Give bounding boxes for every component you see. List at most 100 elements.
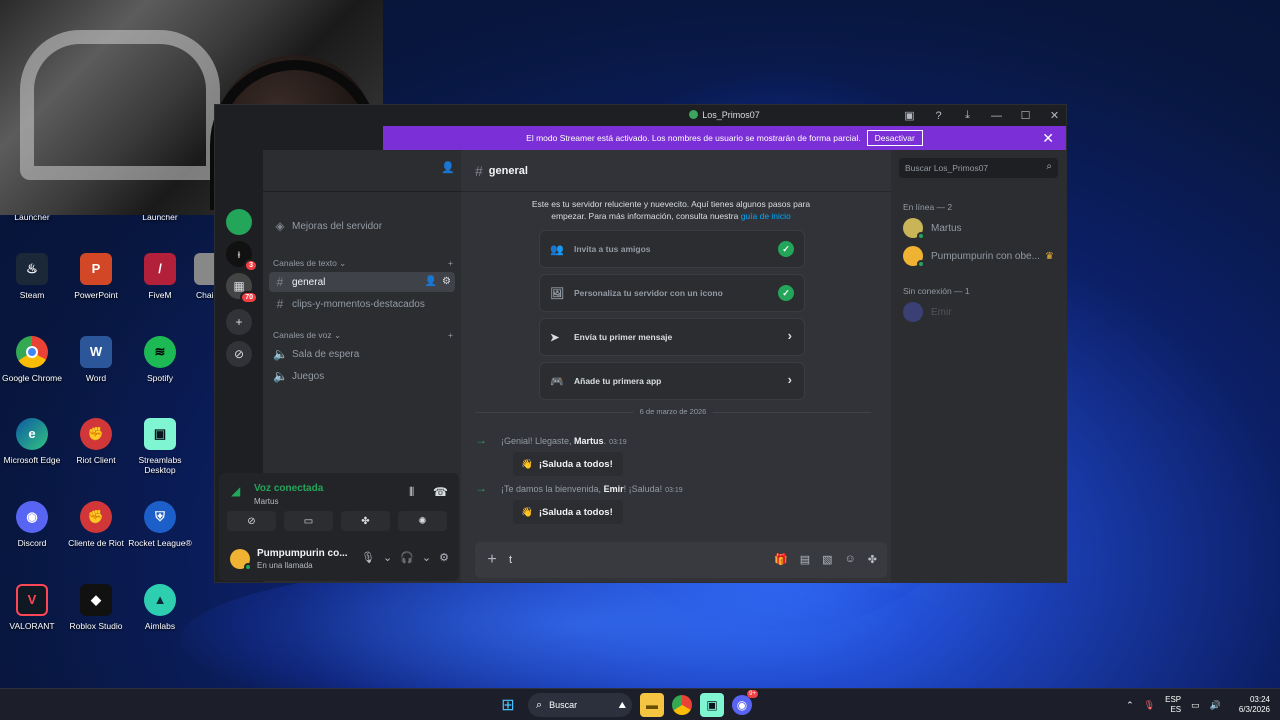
- desktop-icon-aimlabs[interactable]: ▲ Aimlabs: [126, 584, 194, 631]
- task-server-icon[interactable]: 🖼 Personaliza tu servidor con un icono ✓: [539, 274, 805, 312]
- start-button[interactable]: ⊞: [496, 693, 520, 717]
- search-highlight-icon: ⛰: [618, 699, 626, 710]
- maximize-button[interactable]: ☐: [1018, 108, 1033, 123]
- member-item[interactable]: Emir: [903, 300, 1058, 324]
- desktop-icon-chrome[interactable]: Google Chrome: [0, 336, 66, 383]
- noise-suppression-icon[interactable]: ⦀: [409, 485, 414, 500]
- clock[interactable]: 03:24 6/3/2026: [1239, 695, 1270, 715]
- gift-icon[interactable]: 🎁: [774, 553, 788, 566]
- avatar[interactable]: [230, 549, 252, 571]
- desktop-icon-roblox-studio[interactable]: ◆ Roblox Studio: [62, 584, 130, 631]
- streamer-mode-banner: El modo Streamer está activado. Los nomb…: [383, 126, 1066, 150]
- emoji-icon[interactable]: ☺: [845, 553, 856, 566]
- task-first-message[interactable]: ➤ Envía tu primer mensaje ›: [539, 318, 805, 356]
- channel-general[interactable]: # general 👤 ⚙: [269, 272, 455, 292]
- message-input[interactable]: t: [509, 554, 512, 566]
- discord-icon: ◉: [16, 501, 48, 533]
- server-icon-folder[interactable]: ▦ 70: [226, 273, 258, 304]
- network-icon[interactable]: ▭: [1191, 700, 1200, 711]
- disable-streamer-button[interactable]: Desactivar: [866, 130, 923, 146]
- server-icon: [689, 110, 699, 119]
- task-first-app[interactable]: 🎮 Añade tu primera app ›: [539, 362, 805, 400]
- invite-icon[interactable]: 👤: [425, 276, 437, 287]
- settings-gear-icon[interactable]: ⚙: [442, 276, 451, 287]
- discord-taskbar-icon[interactable]: ◉ 9+: [732, 690, 758, 715]
- desktop-icon-rocket-league[interactable]: ⛨ Rocket League®: [126, 501, 194, 548]
- explore-icon[interactable]: ⊘: [226, 341, 252, 367]
- server-badge: 70: [240, 291, 258, 304]
- sticker-icon[interactable]: ▧: [822, 553, 832, 566]
- chat-header: # general ≡ 🔔 📌 👥: [461, 150, 1066, 192]
- check-icon: ✓: [778, 241, 794, 257]
- guide-link[interactable]: guía de inicio: [741, 211, 791, 221]
- member-list: Buscar Los_Primos07 ⌕ En línea — 2 Martus…: [891, 150, 1066, 582]
- member-item[interactable]: Pumpumpurin con obe... ♛: [903, 244, 1058, 268]
- server-boost-item[interactable]: ◈ Mejoras del servidor: [269, 216, 455, 236]
- member-item[interactable]: Martus: [903, 216, 1058, 240]
- server-icon-green[interactable]: [226, 209, 252, 235]
- gif-icon[interactable]: ▤: [800, 553, 810, 566]
- text-category[interactable]: Canales de texto ⌄ +: [273, 258, 453, 269]
- file-explorer-icon[interactable]: ▬: [640, 693, 664, 717]
- powerpoint-icon: P: [80, 253, 112, 285]
- apps-icon[interactable]: ✤: [868, 553, 877, 566]
- server-icon-dark[interactable]: ᵼ3: [226, 241, 258, 272]
- word-icon: W: [80, 336, 112, 368]
- add-server-icon[interactable]: +: [226, 309, 252, 335]
- channel-clips[interactable]: # clips-y-momentos-destacados: [269, 294, 455, 314]
- add-attachment-icon[interactable]: +: [475, 551, 509, 569]
- close-window-button[interactable]: ✕: [1047, 108, 1062, 123]
- disconnect-icon[interactable]: ☎: [433, 485, 448, 499]
- desktop-icon-riot-client[interactable]: ✊ Riot Client: [62, 418, 130, 465]
- task-invite-friends[interactable]: 👥 Invita a tus amigos ✓: [539, 230, 805, 268]
- desktop-icon-spotify[interactable]: ≋ Spotify: [126, 336, 194, 383]
- camera-button[interactable]: ⊘: [227, 511, 276, 531]
- mic-icon[interactable]: 🎙: [1144, 700, 1155, 711]
- add-member-icon[interactable]: 👤: [441, 161, 455, 174]
- volume-icon[interactable]: 🔊: [1210, 700, 1221, 711]
- chevron-down-icon[interactable]: ⌄: [383, 551, 392, 564]
- chevron-right-icon: ›: [787, 328, 792, 343]
- language-indicator[interactable]: ESP ES: [1165, 695, 1181, 715]
- desktop-icon-valorant[interactable]: V VALORANT: [0, 584, 66, 631]
- desktop-icon-chai[interactable]: Chai: [180, 253, 214, 300]
- chrome-taskbar-icon[interactable]: [672, 695, 692, 715]
- wave-button[interactable]: 👋 ¡Saluda a todos!: [513, 500, 623, 524]
- chevron-up-icon[interactable]: ⌃: [1126, 700, 1134, 711]
- taskbar-search[interactable]: ⌕ Buscar ⛰: [528, 693, 632, 717]
- add-channel-icon[interactable]: +: [448, 330, 453, 341]
- fivem-icon: /: [144, 253, 176, 285]
- soundboard-button[interactable]: ✺: [398, 511, 447, 531]
- desktop-icon-streamlabs[interactable]: ▣ Streamlabs Desktop: [126, 418, 194, 475]
- screen-share-button[interactable]: ▭: [284, 511, 333, 531]
- desktop-icon-steam[interactable]: ♨ Steam: [0, 253, 66, 300]
- invite-icon: 👥: [550, 243, 564, 256]
- headphones-icon[interactable]: 🎧: [400, 551, 414, 564]
- wave-button[interactable]: 👋 ¡Saluda a todos!: [513, 452, 623, 476]
- voice-category[interactable]: Canales de voz ⌄ +: [273, 330, 453, 341]
- mic-icon[interactable]: 🎙: [361, 551, 375, 564]
- activities-button[interactable]: ✤: [341, 511, 390, 531]
- desktop-icon-edge[interactable]: e Microsoft Edge: [0, 418, 66, 465]
- voice-channel-juegos[interactable]: 🔈 Juegos: [269, 366, 455, 386]
- close-banner-icon[interactable]: ✕: [1042, 130, 1054, 147]
- add-channel-icon[interactable]: +: [448, 258, 453, 269]
- desktop-icon-powerpoint[interactable]: P PowerPoint: [62, 253, 130, 300]
- inbox-icon[interactable]: ▣: [902, 108, 917, 123]
- streamlabs-icon: ▣: [144, 418, 176, 450]
- desktop-icon-cliente-riot[interactable]: ✊ Cliente de Riot: [62, 501, 130, 548]
- download-icon[interactable]: ⤓: [960, 108, 975, 123]
- help-icon[interactable]: ?: [931, 108, 946, 123]
- server-badge: 3: [244, 259, 258, 272]
- message-composer[interactable]: + t 🎁 ▤ ▧ ☺ ✤: [475, 542, 887, 578]
- chevron-right-icon: ›: [787, 372, 792, 387]
- desktop-icon-discord[interactable]: ◉ Discord: [0, 501, 66, 548]
- desktop-icon-word[interactable]: W Word: [62, 336, 130, 383]
- minimize-button[interactable]: —: [989, 108, 1004, 123]
- chevron-down-icon[interactable]: ⌄: [422, 551, 431, 564]
- check-icon: ✓: [778, 285, 794, 301]
- user-settings-gear-icon[interactable]: ⚙: [439, 551, 449, 564]
- voice-channel-sala[interactable]: 🔈 Sala de espera: [269, 344, 455, 364]
- search-input[interactable]: Buscar Los_Primos07 ⌕: [899, 158, 1058, 178]
- streamlabs-taskbar-icon[interactable]: ▣: [700, 693, 724, 717]
